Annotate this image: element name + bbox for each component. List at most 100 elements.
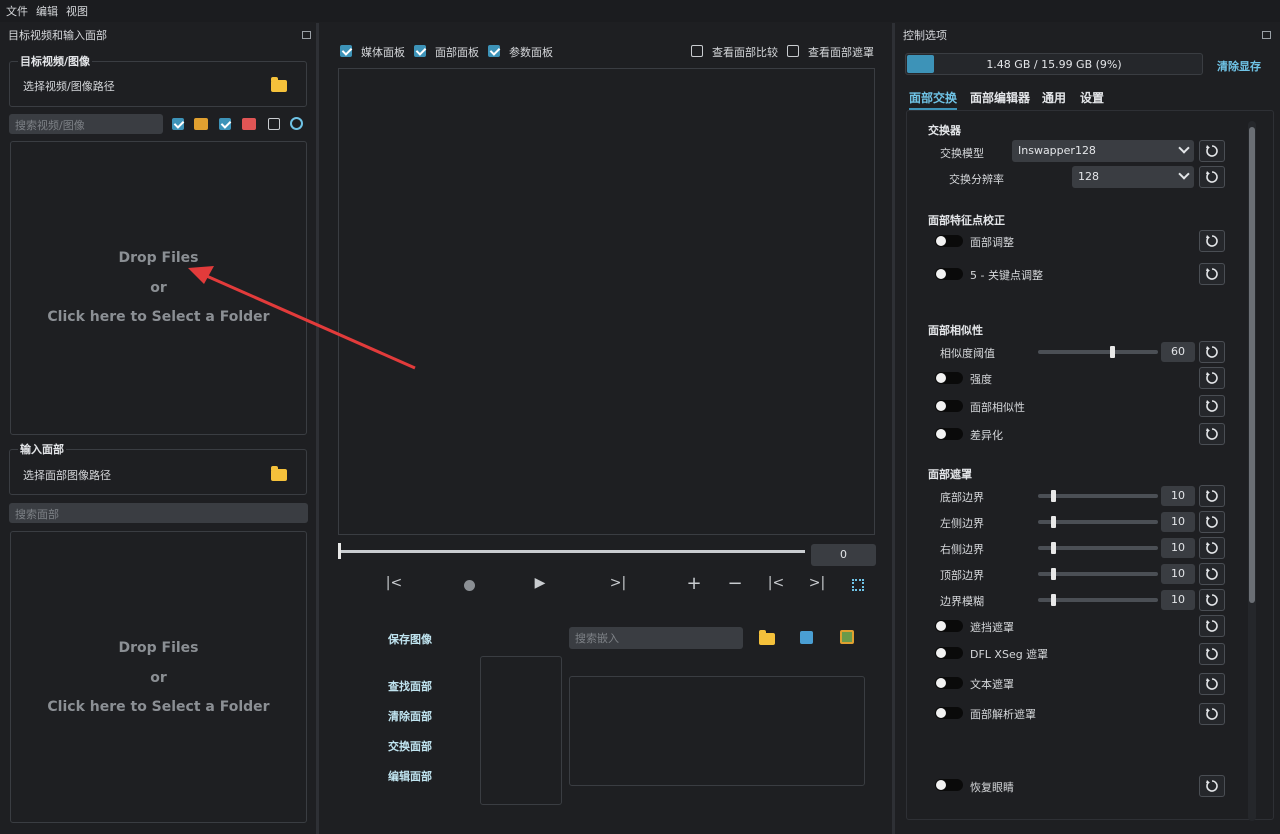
input-face-search-input[interactable]: 搜索面部 (9, 503, 308, 523)
reset-face-parse-mask-button[interactable] (1199, 703, 1225, 725)
load-embedding-folder-icon[interactable] (759, 630, 775, 645)
bottom-border-slider[interactable] (1038, 494, 1158, 498)
save-embedding-icon[interactable] (800, 631, 813, 644)
tab-face-swap[interactable]: 面部交换 (909, 89, 958, 110)
reset-bottom-border-button[interactable] (1199, 485, 1225, 507)
images-filter-checkbox[interactable] (172, 118, 184, 130)
scrollbar-track[interactable] (1248, 121, 1256, 821)
timeline-handle[interactable] (338, 543, 341, 559)
face-parse-mask-toggle[interactable] (935, 707, 963, 719)
media-panel-checkbox[interactable] (340, 45, 352, 57)
menu-file[interactable]: 文件 (6, 3, 28, 19)
dfl-xseg-mask-toggle[interactable] (935, 647, 963, 659)
view-face-mask-checkbox[interactable] (787, 45, 799, 57)
right-border-slider[interactable] (1038, 546, 1158, 550)
splitter-left[interactable] (316, 23, 319, 834)
tab-common[interactable]: 通用 (1042, 89, 1066, 106)
menu-edit[interactable]: 编辑 (36, 3, 58, 19)
restore-eyes-toggle[interactable] (935, 779, 963, 791)
reset-strength-button[interactable] (1199, 367, 1225, 389)
target-folder-icon[interactable] (271, 77, 287, 92)
clear-faces-button[interactable]: 清除面部 (388, 708, 432, 724)
reset-dfl-xseg-mask-button[interactable] (1199, 643, 1225, 665)
differencing-toggle[interactable] (935, 428, 963, 440)
add-marker-icon[interactable]: + (684, 573, 704, 594)
reset-restore-eyes-button[interactable] (1199, 775, 1225, 797)
next-frame-icon[interactable]: >| (608, 575, 628, 591)
reset-keypoint-adjust-button[interactable] (1199, 263, 1225, 285)
left-border-thumb[interactable] (1051, 516, 1056, 528)
embedding-search-input[interactable]: 搜索嵌入 (569, 627, 743, 649)
reset-occlusion-mask-button[interactable] (1199, 615, 1225, 637)
reset-differencing-button[interactable] (1199, 423, 1225, 445)
right-border-thumb[interactable] (1051, 542, 1056, 554)
save-image-label[interactable]: 保存图像 (388, 631, 432, 647)
reset-right-border-button[interactable] (1199, 537, 1225, 559)
param-panel-checkbox[interactable] (488, 45, 500, 57)
similarity-threshold-thumb[interactable] (1110, 346, 1115, 358)
bottom-border-thumb[interactable] (1051, 490, 1056, 502)
face-panel-checkbox[interactable] (414, 45, 426, 57)
swap-resolution-select[interactable]: 128 (1072, 166, 1194, 188)
scrollbar-thumb[interactable] (1249, 127, 1255, 603)
reset-text-mask-button[interactable] (1199, 673, 1225, 695)
border-blur-slider[interactable] (1038, 598, 1158, 602)
prev-marker-icon[interactable]: |< (766, 575, 786, 591)
prev-frame-icon[interactable]: |< (384, 575, 404, 591)
frame-number-input[interactable]: 0 (811, 544, 876, 566)
left-border-input[interactable]: 10 (1161, 512, 1195, 532)
swap-faces-button[interactable]: 交换面部 (388, 738, 432, 754)
reset-swap-resolution-button[interactable] (1199, 166, 1225, 188)
strength-toggle[interactable] (935, 372, 963, 384)
menu-view[interactable]: 视图 (66, 3, 88, 19)
export-embedding-icon[interactable] (840, 630, 854, 644)
similarity-threshold-slider[interactable] (1038, 350, 1158, 354)
next-marker-icon[interactable]: >| (807, 575, 827, 591)
edit-faces-button[interactable]: 编辑面部 (388, 768, 432, 784)
reset-border-blur-button[interactable] (1199, 589, 1225, 611)
target-faces-list[interactable] (480, 656, 562, 805)
splitter-right[interactable] (892, 23, 895, 834)
swap-model-select[interactable]: Inswapper128 (1012, 140, 1194, 162)
input-drop-zone[interactable]: Drop Files or Click here to Select a Fol… (10, 531, 307, 823)
float-icon[interactable] (1262, 31, 1271, 39)
top-border-input[interactable]: 10 (1161, 564, 1195, 584)
reset-swap-model-button[interactable] (1199, 140, 1225, 162)
similarity-threshold-input[interactable]: 60 (1161, 342, 1195, 362)
top-border-slider[interactable] (1038, 572, 1158, 576)
face-adjust-toggle[interactable] (935, 235, 963, 247)
target-search-input[interactable]: 搜索视频/图像 (9, 114, 163, 134)
bottom-border-input[interactable]: 10 (1161, 486, 1195, 506)
border-blur-input[interactable]: 10 (1161, 590, 1195, 610)
keypoint-adjust-toggle[interactable] (935, 268, 963, 280)
play-icon[interactable]: ▶ (530, 575, 550, 591)
tab-settings[interactable]: 设置 (1080, 89, 1104, 106)
float-icon[interactable] (302, 31, 311, 39)
reset-face-similarity-button[interactable] (1199, 395, 1225, 417)
timeline-track[interactable] (340, 550, 805, 553)
reset-face-adjust-button[interactable] (1199, 230, 1225, 252)
media-panel-label: 媒体面板 (361, 46, 405, 59)
swap-model-label: 交换模型 (940, 147, 984, 160)
view-face-compare-checkbox[interactable] (691, 45, 703, 57)
videos-filter-checkbox[interactable] (219, 118, 231, 130)
webcam-filter-checkbox[interactable] (268, 118, 280, 130)
input-faces-list[interactable] (569, 676, 865, 786)
text-mask-toggle[interactable] (935, 677, 963, 689)
clear-vram-button[interactable]: 清除显存 (1217, 58, 1261, 74)
record-icon[interactable] (464, 580, 475, 591)
face-similarity-toggle[interactable] (935, 400, 963, 412)
find-faces-button[interactable]: 查找面部 (388, 678, 432, 694)
border-blur-thumb[interactable] (1051, 594, 1056, 606)
reset-similarity-threshold-button[interactable] (1199, 341, 1225, 363)
top-border-thumb[interactable] (1051, 568, 1056, 580)
remove-marker-icon[interactable]: − (725, 573, 745, 594)
reset-top-border-button[interactable] (1199, 563, 1225, 585)
tab-face-editor[interactable]: 面部编辑器 (970, 89, 1030, 106)
left-border-slider[interactable] (1038, 520, 1158, 524)
fullscreen-icon[interactable] (852, 579, 864, 591)
reset-left-border-button[interactable] (1199, 511, 1225, 533)
input-folder-icon[interactable] (271, 466, 287, 481)
right-border-input[interactable]: 10 (1161, 538, 1195, 558)
occlusion-mask-toggle[interactable] (935, 620, 963, 632)
